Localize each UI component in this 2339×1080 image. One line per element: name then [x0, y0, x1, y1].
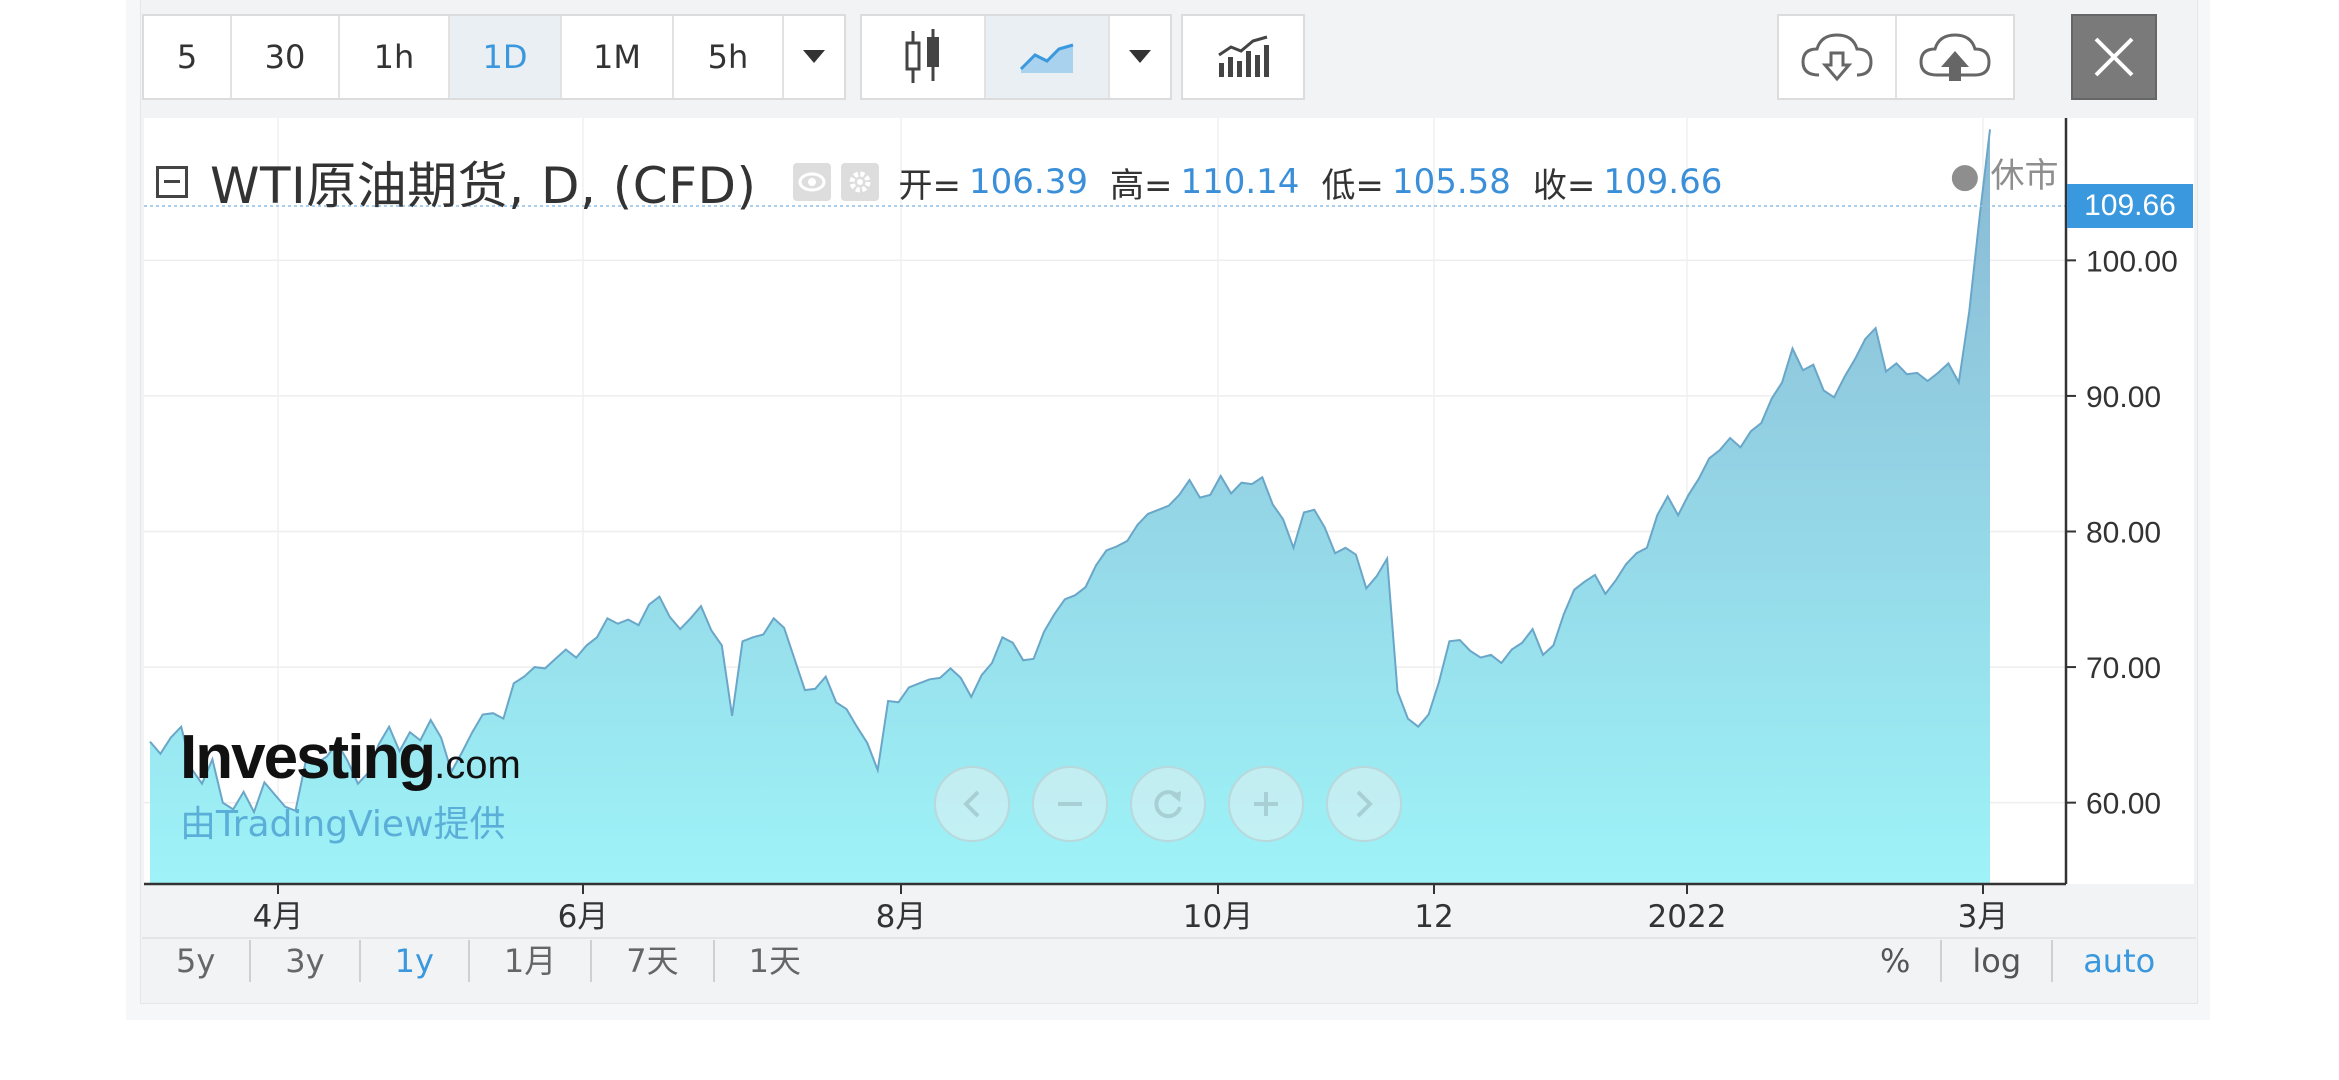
interval-button-1h[interactable]: 1h [340, 16, 450, 98]
cloud-upload-icon [1919, 33, 1991, 81]
scroll-left-button[interactable] [934, 766, 1010, 842]
close-label: 收= [1532, 165, 1596, 206]
scale-bar: % log auto [1850, 940, 2185, 982]
time-tick-label: 3月 [1958, 899, 2009, 935]
chevron-left-icon [963, 790, 980, 818]
indicators-button[interactable] [1183, 16, 1303, 98]
interval-button-1d[interactable]: 1D [450, 16, 562, 98]
time-tick-label: 10月 [1183, 899, 1253, 935]
time-tick-label: 4月 [253, 899, 304, 935]
close-icon [2094, 37, 2134, 77]
price-tick-label: 60.00 [2086, 788, 2161, 821]
time-tick-label: 8月 [876, 899, 927, 935]
price-tick-label: 80.00 [2086, 517, 2161, 550]
range-7d-button[interactable]: 7天 [592, 940, 715, 982]
plus-icon [1254, 792, 1278, 816]
cloud-download-icon [1801, 33, 1873, 82]
zoom-out-button[interactable] [1032, 766, 1108, 842]
reset-button[interactable] [1130, 766, 1206, 842]
time-tick-label: 6月 [558, 899, 609, 935]
cloud-toolbar [1777, 14, 2015, 100]
load-chart-button[interactable] [1779, 16, 1897, 98]
interval-button-5[interactable]: 5 [144, 16, 232, 98]
high-label: 高= [1109, 165, 1173, 206]
interval-button-5h[interactable]: 5h [674, 16, 784, 98]
price-tick-label: 100.00 [2086, 245, 2178, 278]
collapse-legend-button[interactable] [156, 166, 188, 198]
interval-button-30[interactable]: 30 [232, 16, 340, 98]
zoom-in-button[interactable] [1228, 766, 1304, 842]
price-tick-label: 90.00 [2086, 381, 2161, 414]
last-price-tag: 109.66 [2067, 184, 2193, 228]
area-chart-icon [1019, 43, 1074, 73]
market-status: ● 休市 [1950, 156, 2059, 196]
eye-icon[interactable] [792, 163, 831, 201]
range-1y-button[interactable]: 1y [361, 940, 470, 982]
interval-button-1m[interactable]: 1M [562, 16, 674, 98]
indicators-icon [1218, 35, 1269, 77]
chart-legend: WTI原油期货, D, (CFD) 开= 106.39 高= 110.14 低=… [156, 146, 1722, 218]
scroll-right-button[interactable] [1326, 766, 1402, 842]
chevron-down-icon [1129, 50, 1151, 63]
range-1d-button[interactable]: 1天 [715, 940, 835, 982]
chevron-right-icon [1356, 790, 1373, 818]
candlestick-icon [905, 29, 939, 83]
percent-scale-button[interactable]: % [1850, 940, 1943, 982]
time-tick-label: 2022 [1648, 899, 1727, 935]
low-value: 105.58 [1391, 162, 1511, 202]
price-axis-background [2066, 118, 2194, 884]
chart-type-toolbar [860, 14, 1172, 100]
range-5y-button[interactable]: 5y [142, 940, 252, 982]
close-value: 109.66 [1603, 162, 1723, 202]
refresh-icon [1154, 790, 1182, 819]
interval-toolbar: 5 30 1h 1D 1M 5h [142, 14, 846, 100]
close-button[interactable] [2071, 14, 2157, 100]
minus-icon [1058, 802, 1082, 806]
date-range-bar: 5y 3y 1y 1月 7天 1天 [142, 940, 835, 982]
save-chart-button[interactable] [1897, 16, 2013, 98]
high-value: 110.14 [1180, 162, 1300, 202]
symbol-title: WTI原油期货, D, (CFD) [210, 157, 757, 215]
candlestick-button[interactable] [862, 16, 986, 98]
chart-type-dropdown[interactable] [1110, 16, 1170, 98]
indicator-toolbar [1181, 14, 1305, 100]
open-value: 106.39 [969, 162, 1088, 202]
low-label: 低= [1321, 165, 1384, 206]
area-chart-button[interactable] [986, 16, 1110, 98]
interval-dropdown[interactable] [784, 16, 844, 98]
price-tick-label: 70.00 [2086, 652, 2161, 685]
chevron-down-icon [803, 50, 825, 63]
log-scale-button[interactable]: log [1942, 940, 2054, 982]
gear-icon[interactable] [840, 163, 879, 201]
time-tick-label: 12 [1414, 899, 1453, 935]
range-3y-button[interactable]: 3y [251, 940, 361, 982]
auto-scale-button[interactable]: auto [2053, 940, 2185, 982]
range-1m-button[interactable]: 1月 [470, 940, 593, 982]
time-axis-ticks: 4月 6月 8月 10月 12 2022 3月 [253, 884, 2009, 935]
open-label: 开= [898, 165, 962, 206]
